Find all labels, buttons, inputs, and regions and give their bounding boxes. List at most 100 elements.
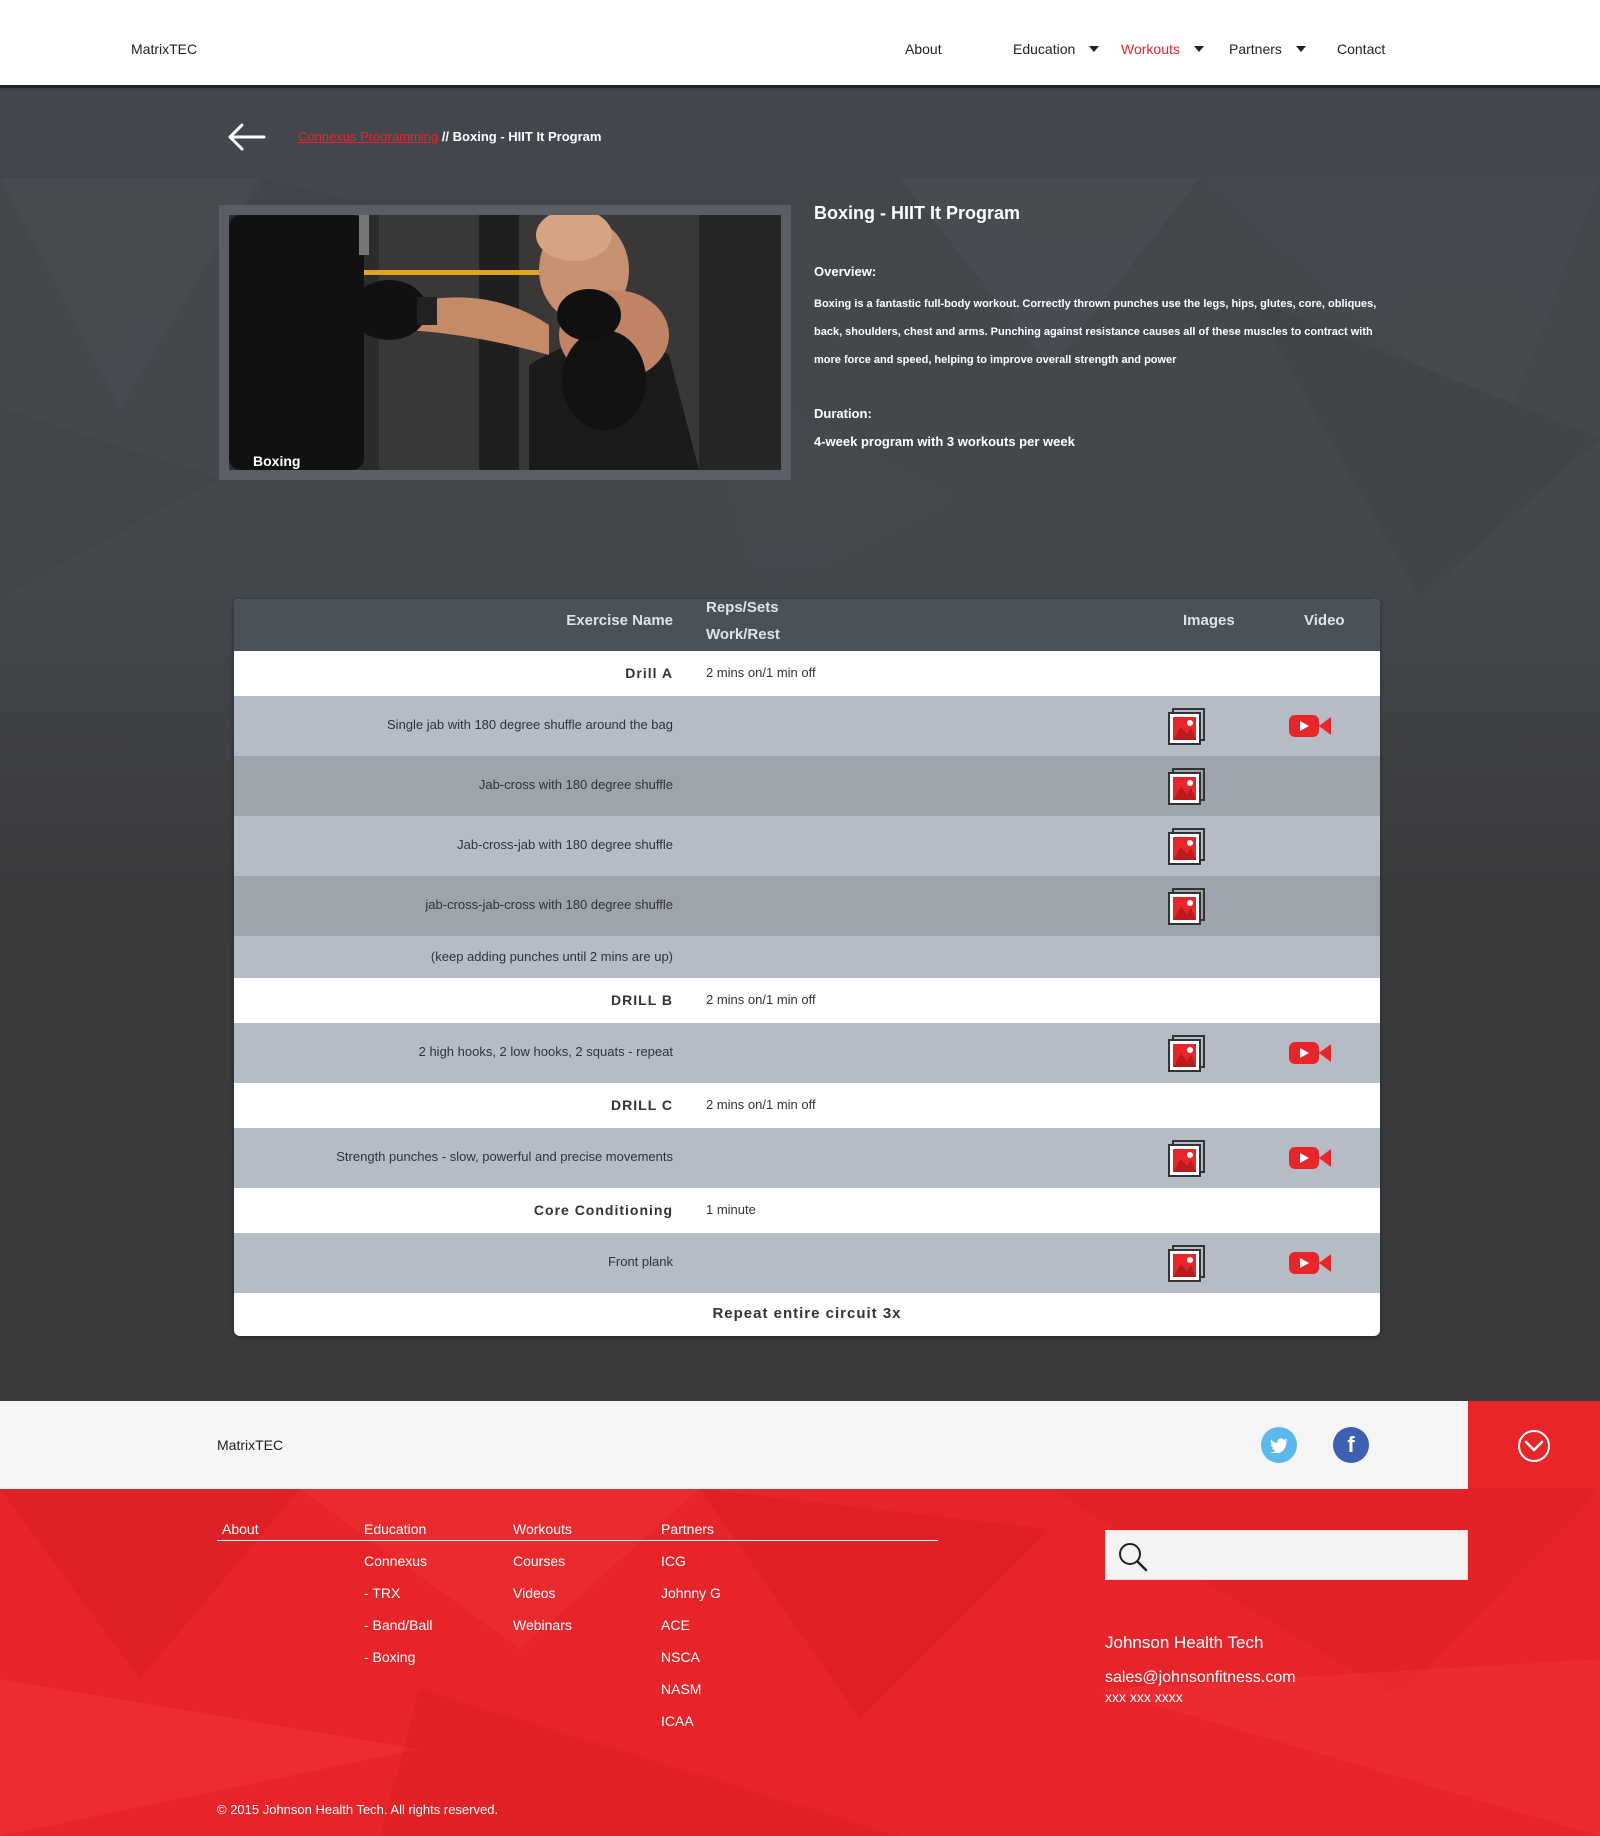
exercise-name: 2 high hooks, 2 low hooks, 2 squats - re… (418, 1044, 673, 1059)
image-gallery-icon[interactable] (1168, 1034, 1206, 1072)
image-gallery-icon[interactable] (1168, 767, 1206, 805)
exercise-name: Core Conditioning (533, 1202, 673, 1218)
back-arrow-icon[interactable] (226, 122, 266, 152)
footer-heading-workouts[interactable]: Workouts (513, 1521, 572, 1537)
exercise-name: Jab-cross-jab with 180 degree shuffle (457, 837, 673, 852)
nav-item-label: Workouts (1121, 41, 1180, 57)
breadcrumb-link-connexus[interactable]: Connexus Programming (298, 129, 438, 144)
exercise-name: DRILL B (611, 992, 673, 1008)
table-header: Exercise Name Reps/Sets Work/Rest Images… (234, 599, 1380, 651)
table-row: DRILL B 2 mins on/1 min off (234, 978, 1380, 1023)
video-camera-icon[interactable] (1288, 1040, 1332, 1066)
reps-value: 2 mins on/1 min off (706, 992, 816, 1007)
breadcrumb: Connexus Programming // Boxing - HIIT It… (298, 129, 601, 144)
table-row: Jab-cross with 180 degree shuffle (234, 756, 1380, 816)
boxing-photo: Boxing (229, 215, 781, 470)
footer-link[interactable]: Videos (513, 1585, 556, 1601)
footer-heading-education[interactable]: Education (364, 1521, 426, 1537)
contact-email[interactable]: sales@johnsonfitness.com (1105, 1669, 1296, 1687)
reps-value: 1 minute (706, 1202, 756, 1217)
exercise-name: DRILL C (611, 1097, 673, 1113)
duration-label: Duration: (814, 406, 872, 421)
footer-brand[interactable]: MatrixTEC (217, 1437, 283, 1453)
nav-item-partners[interactable]: Partners (1229, 41, 1306, 57)
footer-link[interactable]: - TRX (364, 1585, 400, 1601)
footer-heading-about[interactable]: About (222, 1521, 259, 1537)
header-exercise-name: Exercise Name (566, 612, 673, 629)
image-gallery-icon[interactable] (1168, 1244, 1206, 1282)
exercise-note: (keep adding punches until 2 mins are up… (430, 949, 673, 964)
table-row: Single jab with 180 degree shuffle aroun… (234, 696, 1380, 756)
table-row: Front plank (234, 1233, 1380, 1293)
scroll-top-panel (1468, 1401, 1600, 1489)
header-work-rest: Work/Rest (706, 626, 780, 643)
footer-link[interactable]: ICAA (661, 1713, 694, 1729)
table-row: 2 high hooks, 2 low hooks, 2 squats - re… (234, 1023, 1380, 1083)
nav-item-contact[interactable]: Contact (1337, 41, 1385, 57)
footer-heading-partners[interactable]: Partners (661, 1521, 714, 1537)
header-images: Images (1183, 612, 1235, 629)
exercise-table: Exercise Name Reps/Sets Work/Rest Images… (234, 599, 1380, 1336)
footer-link[interactable]: Webinars (513, 1617, 572, 1633)
brand-logo[interactable]: MatrixTEC (131, 41, 197, 57)
search-icon (1119, 1543, 1148, 1572)
image-gallery-icon[interactable] (1168, 827, 1206, 865)
nav-item-about[interactable]: About (905, 41, 942, 57)
footer-link[interactable]: ICG (661, 1553, 686, 1569)
overview-label: Overview: (814, 264, 877, 279)
boxing-photo-illustration (229, 215, 781, 470)
exercise-name: Single jab with 180 degree shuffle aroun… (387, 717, 673, 732)
table-row: DRILL C 2 mins on/1 min off (234, 1083, 1380, 1128)
nav-item-workouts[interactable]: Workouts (1121, 41, 1204, 57)
footer-link[interactable]: NSCA (661, 1649, 700, 1665)
header-reps-sets: Reps/Sets (706, 599, 779, 616)
facebook-icon[interactable]: f (1333, 1427, 1369, 1463)
video-camera-icon[interactable] (1288, 713, 1332, 739)
footer-link[interactable]: ACE (661, 1617, 690, 1633)
circuit-repeat-note: Repeat entire circuit 3x (712, 1305, 902, 1322)
twitter-icon[interactable] (1261, 1427, 1297, 1463)
duration-text: 4-week program with 3 workouts per week (814, 434, 1075, 449)
exercise-name: Jab-cross with 180 degree shuffle (478, 777, 673, 792)
copyright: © 2015 Johnson Health Tech. All rights r… (217, 1802, 499, 1817)
reps-value: 2 mins on/1 min off (706, 1097, 816, 1112)
footer-link[interactable]: Courses (513, 1553, 565, 1569)
image-gallery-icon[interactable] (1168, 707, 1206, 745)
breadcrumb-current: Boxing - HIIT It Program (452, 129, 602, 144)
table-row: Drill A 2 mins on/1 min off (234, 651, 1380, 696)
footer-link[interactable]: NASM (661, 1681, 701, 1697)
nav-item-education[interactable]: Education (1013, 41, 1100, 57)
exercise-name: Drill A (625, 665, 673, 681)
breadcrumb-separator: // (441, 129, 450, 144)
footer-link[interactable]: - Boxing (364, 1649, 415, 1665)
exercise-name: jab-cross-jab-cross with 180 degree shuf… (425, 897, 673, 912)
top-nav: MatrixTEC About Education Workouts Partn… (0, 0, 1600, 88)
image-gallery-icon[interactable] (1168, 887, 1206, 925)
nav-item-label: Education (1013, 41, 1076, 57)
table-row: Core Conditioning 1 minute (234, 1188, 1380, 1233)
caret-down-icon (1089, 46, 1100, 52)
caret-down-icon (1193, 46, 1204, 52)
chevron-down-circle-icon[interactable] (1517, 1429, 1551, 1463)
nav-item-label: Contact (1337, 41, 1386, 57)
video-camera-icon[interactable] (1288, 1250, 1332, 1276)
table-row: Jab-cross-jab with 180 degree shuffle (234, 816, 1380, 876)
footer-link[interactable]: Connexus (364, 1553, 427, 1569)
image-gallery-icon[interactable] (1168, 1139, 1206, 1177)
video-camera-icon[interactable] (1288, 1145, 1332, 1171)
footer-link[interactable]: - Band/Ball (364, 1617, 432, 1633)
image-caption: Boxing (253, 453, 301, 469)
program-title: Boxing - HIIT It Program (814, 203, 1021, 223)
table-row: Strength punches - slow, powerful and pr… (234, 1128, 1380, 1188)
nav-item-label: Partners (1229, 41, 1282, 57)
footer-search[interactable] (1105, 1530, 1468, 1580)
reps-value: 2 mins on/1 min off (706, 665, 816, 680)
search-input[interactable] (1156, 1539, 1456, 1571)
footer-link[interactable]: Johnny G (661, 1585, 721, 1601)
caret-down-icon (1295, 46, 1306, 52)
program-image-frame: Boxing (219, 205, 791, 480)
header-video: Video (1304, 612, 1345, 629)
table-row: jab-cross-jab-cross with 180 degree shuf… (234, 876, 1380, 936)
exercise-name: Front plank (607, 1254, 673, 1269)
exercise-name: Strength punches - slow, powerful and pr… (336, 1149, 673, 1164)
